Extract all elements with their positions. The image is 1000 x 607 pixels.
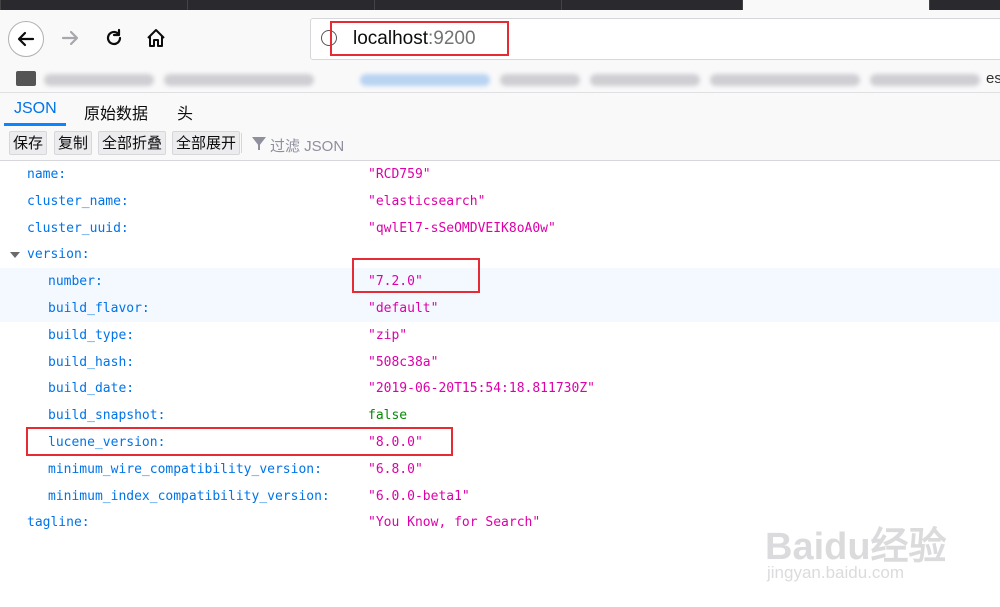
- json-key: cluster_uuid:: [27, 220, 129, 236]
- browser-tab-strip: [0, 0, 1000, 10]
- json-row-cluster-name[interactable]: cluster_name: "elasticsearch": [0, 188, 1000, 215]
- json-value: "You Know, for Search": [368, 515, 541, 531]
- json-row-cluster-uuid[interactable]: cluster_uuid: "qwlEl7-sSeOMDVEIK8oA0w": [0, 215, 1000, 242]
- bookmark-item[interactable]: [590, 74, 700, 86]
- active-tab-indicator: [4, 123, 66, 126]
- filter-icon-stem: [258, 144, 260, 150]
- json-key: minimum_index_compatibility_version:: [48, 488, 330, 504]
- watermark-logo: Baidu经验: [765, 526, 947, 568]
- json-key: build_type:: [48, 327, 135, 343]
- json-value: "2019-06-20T15:54:18.811730Z": [368, 381, 595, 397]
- json-key: name:: [27, 167, 67, 182]
- json-row-build-hash[interactable]: build_hash: "508c38a": [0, 349, 1000, 376]
- json-key: cluster_name:: [27, 193, 129, 209]
- collapse-all-button[interactable]: 全部折叠: [98, 131, 167, 155]
- json-key: build_hash:: [48, 354, 135, 370]
- expand-toggle-icon[interactable]: [10, 252, 20, 259]
- browser-tab[interactable]: [561, 0, 742, 10]
- copy-button[interactable]: 复制: [54, 131, 93, 155]
- json-tree: name: "RCD759" cluster_name: "elasticsea…: [0, 161, 1000, 536]
- home-icon: [147, 29, 165, 47]
- json-row-build-date[interactable]: build_date: "2019-06-20T15:54:18.811730Z…: [0, 375, 1000, 402]
- json-key: build_snapshot:: [48, 408, 166, 424]
- json-row-number[interactable]: number: "7.2.0": [0, 268, 1000, 295]
- back-button[interactable]: [8, 21, 44, 57]
- bookmarks-bar: es: [0, 66, 1000, 93]
- json-value: "qwlEl7-sSeOMDVEIK8oA0w": [368, 220, 556, 236]
- json-key: tagline:: [27, 515, 90, 531]
- json-toolbar: 保存 复制 全部折叠 全部展开 过滤 JSON: [0, 127, 1000, 161]
- lucene-version-highlight-box: [26, 427, 453, 456]
- reload-icon: [106, 28, 122, 46]
- bookmark-item[interactable]: [360, 74, 490, 86]
- bookmark-item[interactable]: [710, 74, 860, 86]
- json-row-name[interactable]: name: "RCD759": [0, 161, 1000, 188]
- bookmark-overflow-text[interactable]: es: [986, 70, 1000, 87]
- browser-tab-active[interactable]: [742, 0, 929, 10]
- save-button[interactable]: 保存: [9, 131, 48, 155]
- json-key: build_date:: [48, 381, 135, 397]
- bookmark-item[interactable]: [44, 74, 154, 86]
- filter-json-input[interactable]: 过滤 JSON: [270, 135, 344, 156]
- watermark-site: jingyan.baidu.com: [767, 563, 905, 582]
- json-value: "default": [368, 300, 439, 316]
- json-value: "RCD759": [368, 167, 431, 182]
- tab-headers[interactable]: 头: [177, 100, 193, 124]
- back-arrow-icon: [17, 31, 35, 47]
- browser-tab[interactable]: [929, 0, 1000, 10]
- json-value: "elasticsearch": [368, 193, 486, 209]
- json-key: minimum_wire_compatibility_version:: [48, 461, 322, 477]
- folder-icon[interactable]: [16, 71, 36, 86]
- url-highlight-box: [330, 21, 509, 56]
- baidu-watermark: Baidu经验 jingyan.baidu.com: [765, 505, 995, 595]
- reload-button[interactable]: [96, 20, 132, 56]
- version-number-highlight-box: [352, 258, 480, 293]
- forward-arrow-icon: [61, 30, 79, 46]
- forward-button[interactable]: [52, 20, 88, 56]
- json-row-build-type[interactable]: build_type: "zip": [0, 322, 1000, 349]
- json-row-min-wire-version[interactable]: minimum_wire_compatibility_version: "6.8…: [0, 456, 1000, 483]
- tab-raw-data[interactable]: 原始数据: [84, 100, 148, 124]
- browser-tab[interactable]: [0, 0, 187, 10]
- json-key: version:: [27, 247, 90, 263]
- browser-tab[interactable]: [187, 0, 374, 10]
- json-key: build_flavor:: [48, 300, 150, 316]
- tab-json[interactable]: JSON: [14, 100, 57, 118]
- bookmark-item[interactable]: [870, 74, 980, 86]
- json-key: number:: [48, 274, 103, 290]
- json-value: "6.0.0-beta1": [368, 488, 470, 504]
- json-value: false: [368, 408, 408, 424]
- browser-tab[interactable]: [374, 0, 561, 10]
- expand-all-button[interactable]: 全部展开: [172, 131, 241, 155]
- json-viewer-tabs: JSON 原始数据 头: [0, 93, 1000, 128]
- navigation-bar: localhost:9200: [0, 10, 1000, 66]
- json-value: "6.8.0": [368, 461, 423, 477]
- toolbar-separator: [241, 133, 242, 153]
- json-row-build-flavor[interactable]: build_flavor: "default": [0, 294, 1000, 322]
- json-value: "508c38a": [368, 354, 439, 370]
- json-row-version[interactable]: version:: [0, 241, 1000, 268]
- bookmark-item[interactable]: [500, 74, 580, 86]
- json-row-build-snapshot[interactable]: build_snapshot: false: [0, 402, 1000, 429]
- json-value: "zip": [368, 327, 408, 343]
- bookmark-item[interactable]: [164, 74, 314, 86]
- home-button[interactable]: [138, 20, 174, 56]
